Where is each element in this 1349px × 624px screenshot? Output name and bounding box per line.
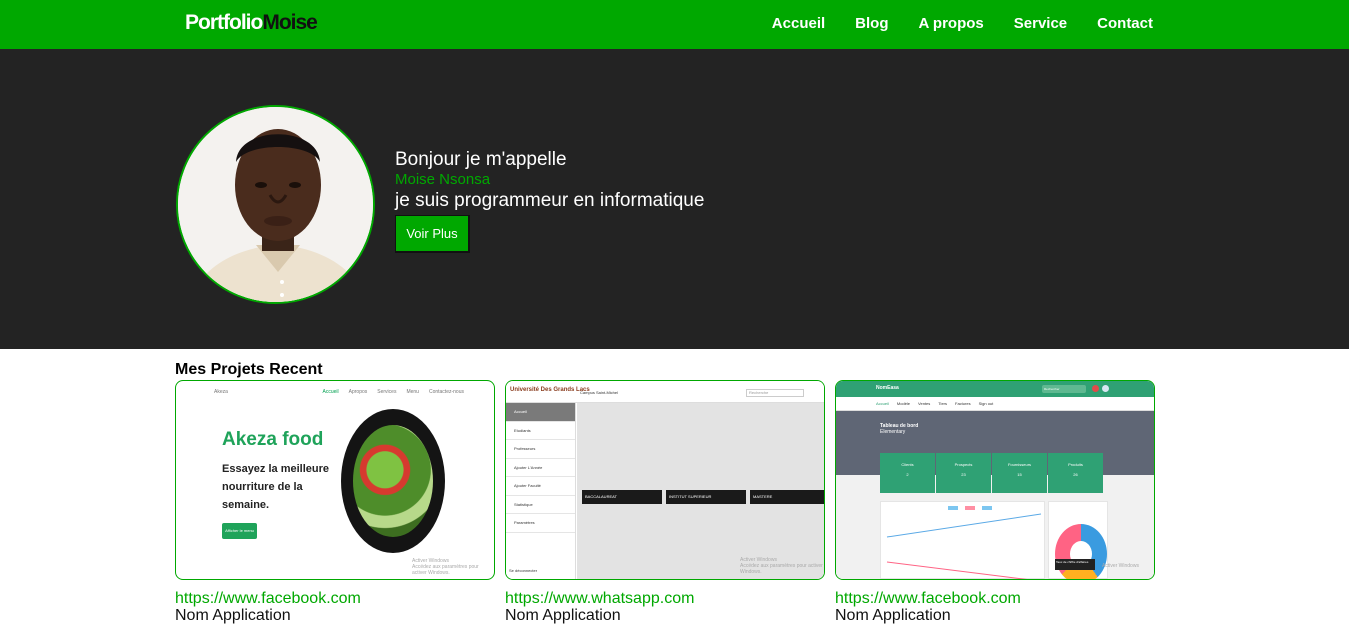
brand-part1: Portfolio: [185, 11, 263, 34]
salad-image: [353, 425, 433, 537]
thumb3-search: Rechercher: [1042, 385, 1086, 393]
nav-accueil[interactable]: Accueil: [772, 15, 825, 32]
thumb1-subtitle: Essayez la meilleure nourriture de la se…: [222, 463, 330, 511]
thumb2-side-item: Accueil: [506, 403, 575, 422]
project-link-1[interactable]: https://www.facebook.com: [175, 590, 495, 608]
profile-photo-illustration: [178, 107, 373, 302]
hero-greeting: Bonjour je m'appelle: [395, 149, 567, 170]
thumb3-avatar-icon: [1102, 385, 1109, 392]
project-link-2[interactable]: https://www.whatsapp.com: [505, 590, 825, 608]
brand-logo[interactable]: PortfolioMoise: [185, 11, 318, 35]
thumb2-search: Recherche: [746, 389, 804, 397]
thumb1-menu-item: Apropos: [348, 389, 368, 395]
thumb3-menu-item: Modèle: [896, 401, 911, 406]
thumb3-stat-value: 26: [1073, 472, 1078, 477]
thumb2-box: BACCALAUREAT: [582, 490, 662, 504]
thumb3-menu-item: Tiers: [938, 401, 948, 406]
thumb2-side-item: Statistique: [506, 496, 575, 514]
thumb2-logout: Se déconnecter: [509, 568, 538, 573]
thumb3-watermark: Activer Windows: [1102, 563, 1139, 569]
projects-title: Mes Projets Recent: [175, 361, 323, 378]
brand-part2: Moise: [262, 11, 318, 34]
thumb2-box: INSTITUT SUPERIEUR: [666, 490, 746, 504]
thumb1-watermark-line2: Accédez aux paramètres pour activer Wind…: [412, 564, 479, 576]
nav-contact[interactable]: Contact: [1097, 15, 1153, 32]
thumb3-menu-item: Ventes: [918, 401, 931, 406]
project-card-2: Université Des Grands Lacs Campus Saint-…: [505, 380, 825, 624]
project-card-3: NomEasa Rechercher Accueil Modèle Ventes…: [835, 380, 1155, 624]
thumb3-stat-value: 2: [906, 472, 909, 477]
thumb2-main: BACCALAUREAT INSTITUT SUPERIEUR MASTERE …: [577, 403, 824, 579]
thumb3-line-chart-svg: [886, 506, 1042, 579]
thumb1-nav: Akeza Accueil Apropos Services Menu Cont…: [214, 389, 464, 395]
hero-name: Moise Nsonsa: [395, 171, 491, 188]
project-thumbnail-2[interactable]: Université Des Grands Lacs Campus Saint-…: [505, 380, 825, 580]
thumb3-donut: [1055, 524, 1107, 579]
thumb3-topbar: NomEasa Rechercher: [836, 381, 1154, 397]
hero-role: je suis programmeur en informatique: [395, 190, 705, 211]
thumb3-menu-item: Factures: [955, 401, 971, 406]
thumb3-stat: Produits 26: [1048, 453, 1103, 493]
thumb1-watermark: Activer Windows Accédez aux paramètres p…: [412, 558, 494, 576]
project-thumbnail-3[interactable]: NomEasa Rechercher Accueil Modèle Ventes…: [835, 380, 1155, 580]
thumb3-stat-label: Produits: [1068, 462, 1083, 467]
thumb3-stat-value: 15: [1017, 472, 1022, 477]
thumb3-stat-label: Fournisseurs: [1007, 462, 1032, 467]
project-app-name-3: Nom Application: [835, 607, 951, 624]
project-thumbnail-1[interactable]: Akeza Accueil Apropos Services Menu Cont…: [175, 380, 495, 580]
project-card-1: Akeza Accueil Apropos Services Menu Cont…: [175, 380, 495, 624]
thumb3-stat-label: Prospects: [954, 462, 973, 467]
thumb2-side-item: Etudiants: [506, 422, 575, 440]
thumb1-menu-item: Contactez-nous: [428, 389, 464, 395]
thumb3-line-chart: [880, 501, 1045, 579]
thumb1-title: Akeza food: [222, 429, 324, 450]
nav-blog[interactable]: Blog: [855, 15, 888, 32]
thumb3-heading: Tableau de bord Elementary: [880, 423, 918, 435]
thumb3-stat: Clients 2: [880, 453, 935, 493]
thumb2-campus: Campus Saint-Michel: [580, 390, 619, 395]
thumb2-box: MASTERE: [750, 490, 824, 504]
thumb2-side-item: Paramètres: [506, 514, 575, 533]
nav-service[interactable]: Service: [1014, 15, 1067, 32]
thumb3-stat: Prospects 23: [936, 453, 991, 493]
thumb2-side-item: Professeurs: [506, 440, 575, 459]
thumb3-tooltip: Taux de chiffre d'affaires: [1055, 559, 1095, 570]
navbar: PortfolioMoise Accueil Blog A propos Ser…: [0, 0, 1349, 49]
thumb2-watermark: Activer Windows Accédez aux paramètres p…: [740, 557, 824, 575]
nav-a-propos[interactable]: A propos: [918, 15, 983, 32]
profile-photo: [176, 105, 375, 304]
thumb1-menu-item: Accueil: [322, 389, 339, 395]
thumb1-menu-item: Menu: [406, 389, 419, 395]
thumb1-menu: Accueil Apropos Services Menu Contactez-…: [323, 389, 464, 395]
thumb3-stat: Fournisseurs 15: [992, 453, 1047, 493]
thumb3-menu: Accueil Modèle Ventes Tiers Factures Sig…: [836, 397, 1154, 411]
voir-plus-button[interactable]: Voir Plus: [395, 215, 470, 253]
project-link-3[interactable]: https://www.facebook.com: [835, 590, 1155, 608]
thumb3-menu-item: Accueil: [876, 401, 889, 406]
thumb2-side-item: Ajouter L'Année: [506, 459, 575, 477]
thumb2-sidebar: Accueil Etudiants Professeurs Ajouter L'…: [506, 403, 576, 579]
hero-text: Bonjour je m'appelle Moise Nsonsa je sui…: [395, 149, 704, 253]
nav-menu: Accueil Blog A propos Service Contact: [772, 15, 1153, 32]
thumb3-logo: NomEasa: [876, 385, 899, 391]
thumb3-stat-label: Clients: [901, 462, 914, 467]
thumb3-notification-icon: [1092, 385, 1099, 392]
thumb1-button: Afficher le menu: [222, 523, 257, 539]
thumb1-site: Akeza: [214, 389, 228, 395]
thumb2-side-item: Ajouter Faculté: [506, 477, 575, 496]
thumb2-topbar: Université Des Grands Lacs Campus Saint-…: [506, 381, 824, 403]
thumb2-watermark-line2: Accédez aux paramètres pour activer Wind…: [740, 563, 823, 575]
thumb3-subheading: Elementary: [880, 429, 906, 435]
project-app-name-2: Nom Application: [505, 607, 621, 624]
project-app-name-1: Nom Application: [175, 607, 291, 624]
hero-section: Bonjour je m'appelle Moise Nsonsa je sui…: [0, 49, 1349, 349]
thumb1-menu-item: Services: [377, 389, 397, 395]
thumb2-brand: Université Des Grands Lacs: [510, 387, 590, 393]
thumb3-menu-item: Sign out: [978, 401, 994, 406]
thumb3-stat-value: 23: [961, 472, 966, 477]
